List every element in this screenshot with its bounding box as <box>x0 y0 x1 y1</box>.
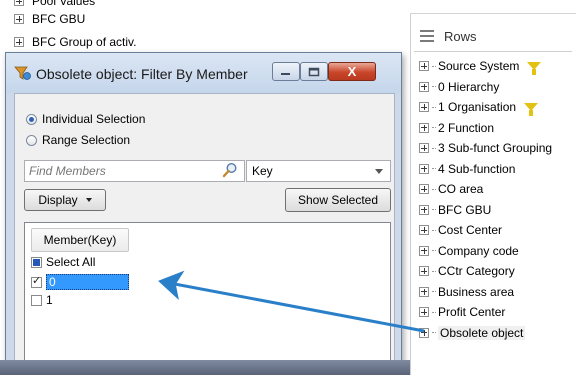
arrow-line <box>158 270 425 333</box>
annotation-arrow <box>158 270 425 333</box>
